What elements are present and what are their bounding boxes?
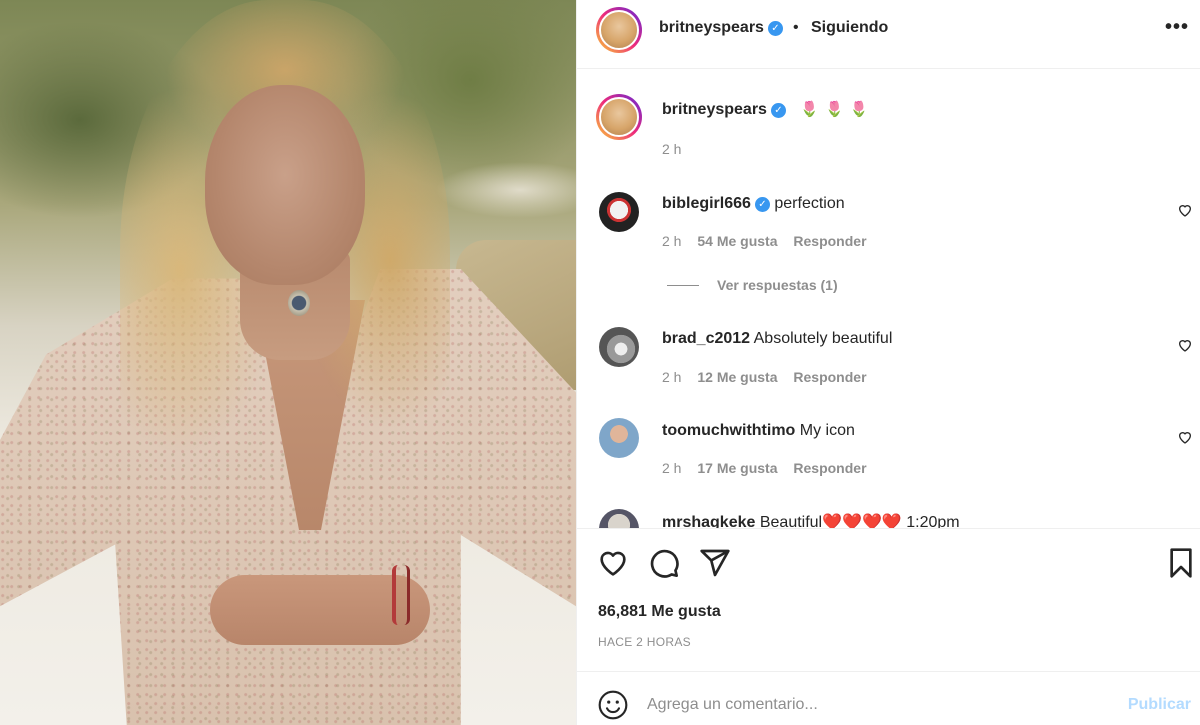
bracelet [392,565,410,625]
comment-likes[interactable]: 17 Me gusta [697,460,777,476]
comment-text: biblegirl666 ✓ perfection [662,195,845,213]
verified-badge-icon: ✓ [770,103,786,118]
comment-body: Absolutely beautiful [753,330,893,347]
verified-badge-icon: ✓ [754,197,770,212]
post-panel: britneyspears ✓ • Siguiendo ••• britneysp… [576,0,1200,725]
comment-text: toomuchwithtimo My icon [662,422,855,440]
post-photo[interactable] [0,0,576,725]
caption-author-avatar[interactable] [596,94,642,140]
emoji-smiley-icon[interactable] [597,689,629,721]
verified-badge-icon: ✓ [767,21,783,36]
commenter-avatar[interactable] [599,509,639,528]
comment-time[interactable]: 2 h [662,460,681,476]
like-comment-heart-icon[interactable] [1177,429,1193,445]
save-bookmark-icon[interactable] [1165,547,1197,579]
comment-text: brad_c2012 Absolutely beautiful [662,330,892,348]
comment-time[interactable]: 2 h [662,233,681,249]
commenter-username[interactable]: brad_c2012 [662,330,750,347]
view-replies-link[interactable]: Ver respuestas (1) [667,277,838,293]
post-time-ago[interactable]: HACE 2 HORAS [598,635,691,649]
like-heart-icon[interactable] [597,547,629,579]
comment-body: Beautiful❤️❤️❤️❤️ 1:20pm [759,514,960,528]
reply-button[interactable]: Responder [793,460,866,476]
like-comment-heart-icon[interactable] [1177,202,1193,218]
commenter-avatar[interactable] [599,418,639,458]
comment-body: My icon [799,422,855,439]
add-comment-bar: Publicar [577,671,1200,725]
comment-time[interactable]: 2 h [662,369,681,385]
comment-input[interactable] [647,690,1107,720]
share-paper-plane-icon[interactable] [699,547,731,579]
comment-text: mrshagkeke Beautiful❤️❤️❤️❤️ 1:20pm [662,512,960,528]
comment-item: toomuchwithtimo My icon 2 h 17 Me gusta … [577,409,1200,499]
comment-item: mrshagkeke Beautiful❤️❤️❤️❤️ 1:20pm [577,500,1200,528]
publish-button[interactable]: Publicar [1128,696,1191,714]
comment-item: biblegirl666 ✓ perfection 2 h 54 Me gusta… [577,182,1200,272]
author-username[interactable]: britneyspears ✓ [659,19,783,37]
reply-button[interactable]: Responder [793,369,866,385]
separator-dot: • [793,19,799,36]
comment-likes[interactable]: 12 Me gusta [697,369,777,385]
follow-status-button[interactable]: Siguiendo [811,19,888,37]
caption-timestamp[interactable]: 2 h [662,141,681,157]
comment-bubble-icon[interactable] [648,547,680,579]
caption-author-username[interactable]: britneyspears ✓ [662,101,786,118]
comment-meta: 2 h 17 Me gusta Responder [662,460,879,476]
comment-body: perfection [774,195,845,212]
face [205,85,365,285]
comments-section[interactable]: britneyspears ✓ 🌷🌷🌷 2 h biblegirl666 ✓ per… [577,70,1200,528]
like-comment-heart-icon[interactable] [1177,337,1193,353]
like-count[interactable]: 86,881 Me gusta [598,603,721,621]
commenter-avatar[interactable] [599,327,639,367]
commenter-username[interactable]: mrshagkeke [662,514,755,528]
caption-emojis: 🌷🌷🌷 [800,101,875,118]
replies-divider [667,285,699,286]
reply-button[interactable]: Responder [793,233,866,249]
post-header: britneyspears ✓ • Siguiendo ••• [577,0,1200,69]
post-actions: 86,881 Me gusta HACE 2 HORAS [577,528,1200,673]
commenter-username[interactable]: biblegirl666 ✓ [662,195,770,212]
pendant-necklace [288,290,310,316]
author-avatar[interactable] [596,7,642,53]
more-options-icon[interactable]: ••• [1165,16,1189,39]
comment-likes[interactable]: 54 Me gusta [697,233,777,249]
comment-item: brad_c2012 Absolutely beautiful 2 h 12 M… [577,317,1200,407]
comment-meta: 2 h 54 Me gusta Responder [662,233,879,249]
comment-meta: 2 h 12 Me gusta Responder [662,369,879,385]
caption-text: britneyspears ✓ 🌷🌷🌷 [662,100,874,119]
commenter-username[interactable]: toomuchwithtimo [662,422,795,439]
commenter-avatar[interactable] [599,192,639,232]
